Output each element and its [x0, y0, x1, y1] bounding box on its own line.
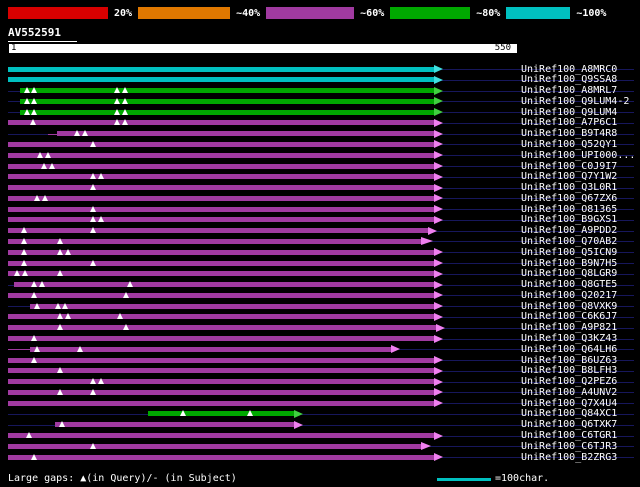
hit-label[interactable]: UniRef100_B9N7H5 — [521, 258, 617, 269]
hit-label[interactable]: UniRef100_A8MRC0 — [521, 64, 617, 75]
hit-label[interactable]: UniRef100_Q67ZX6 — [521, 193, 617, 204]
hit-label[interactable]: UniRef100_UPI000... — [521, 150, 635, 161]
hit-label[interactable]: UniRef100_B6UZ63 — [521, 355, 617, 366]
scalebar-line — [437, 478, 491, 481]
hit-label[interactable]: UniRef100_A4UNV2 — [521, 387, 617, 398]
hit-label[interactable]: UniRef100_Q5ICN9 — [521, 247, 617, 258]
hit-label[interactable]: UniRef100_A8MRL7 — [521, 86, 617, 96]
hit-label[interactable]: UniRef100_B8LFH3 — [521, 366, 617, 376]
hit-label[interactable]: UniRef100_Q9SSA8 — [521, 75, 617, 85]
hit-label[interactable]: UniRef100_Q3KZ43 — [521, 334, 617, 344]
hit-label[interactable]: UniRef100_B9T4R8 — [521, 129, 617, 139]
hit-label[interactable]: UniRef100_Q6TXK7 — [521, 420, 617, 430]
hit-label[interactable]: UniRef100_Q64LH6 — [521, 344, 617, 355]
hit-label[interactable]: UniRef100_A9P821 — [521, 323, 617, 333]
hit-label[interactable]: UniRef100_B9GXS1 — [521, 215, 617, 225]
hit-label[interactable]: UniRef100_O81365 — [521, 204, 617, 215]
hit-labels-column: UniRef100_A8MRC0 UniRef100_Q9SSA8 UniRef10… — [0, 0, 640, 487]
blast-alignment-overview: 20% ~40% ~60% ~80% ~100% AV552591 1 550 UniR… — [0, 0, 640, 487]
hit-label[interactable]: UniRef100_C0J9I7 — [521, 161, 617, 172]
hit-label[interactable]: UniRef100_Q52QY1 — [521, 139, 617, 150]
hit-label[interactable]: UniRef100_Q8VXK9 — [521, 301, 617, 312]
scalebar-label: =100char. — [495, 473, 550, 484]
hit-label[interactable]: UniRef100_B2ZRG3 — [521, 452, 617, 463]
hit-label[interactable]: UniRef100_C6TJR3 — [521, 441, 617, 452]
hit-label[interactable]: UniRef100_Q70AB2 — [521, 236, 617, 247]
large-gaps-legend: Large gaps: ▲(in Query)/- (in Subject) — [8, 473, 237, 484]
hit-label[interactable]: UniRef100_Q3L0R1 — [521, 183, 617, 193]
hit-label[interactable]: UniRef100_A9PDD2 — [521, 226, 617, 236]
hit-label[interactable]: UniRef100_Q9LUM4-2 — [521, 96, 629, 107]
hit-label[interactable]: UniRef100_Q8GTE5 — [521, 280, 617, 290]
hit-label[interactable]: UniRef100_C6K6J7 — [521, 312, 617, 322]
hit-label[interactable]: UniRef100_Q2PEZ6 — [521, 377, 617, 387]
hit-label[interactable]: UniRef100_C6TGR1 — [521, 431, 617, 441]
hit-label[interactable]: UniRef100_A7P6C1 — [521, 118, 617, 128]
hit-label[interactable]: UniRef100_Q7Y1W2 — [521, 172, 617, 182]
hit-label[interactable]: UniRef100_Q9LUM4 — [521, 107, 617, 118]
hit-label[interactable]: UniRef100_Q20217 — [521, 290, 617, 301]
hit-label[interactable]: UniRef100_Q8LGR9 — [521, 269, 617, 279]
hit-label[interactable]: UniRef100_Q7X4U4 — [521, 398, 617, 409]
hit-label[interactable]: UniRef100_Q84XC1 — [521, 409, 617, 419]
